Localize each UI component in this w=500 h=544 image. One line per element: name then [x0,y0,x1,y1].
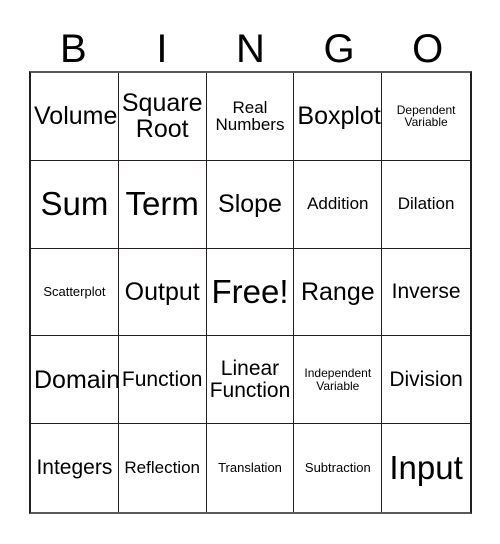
bingo-cell-label: Domain [34,365,119,394]
bingo-cell[interactable]: Addition [294,160,383,249]
bingo-cell[interactable]: Integers [31,424,119,512]
bingo-cell-label: Translation [218,460,282,476]
bingo-cell-label: Slope [218,190,282,219]
bingo-cell-label: Integers [36,456,113,480]
bingo-cell[interactable]: Scatterplot [31,248,119,337]
bingo-cell-label: Division [389,367,463,391]
bingo-cell-label: Term [125,185,199,223]
bingo-cell[interactable]: Volume [31,73,119,161]
bingo-cell-label: Sum [40,185,109,223]
bingo-cell[interactable]: Square Root [118,73,207,161]
bingo-cell[interactable]: Real Numbers [206,73,295,161]
bingo-cell-label: Addition [307,194,369,214]
bingo-card: B I N G O Volume Square Root Real Numbers B… [0,0,500,544]
bingo-cell[interactable]: Independent Variable [294,336,383,425]
bingo-cell[interactable]: Reflection [118,424,207,512]
bingo-cell[interactable]: Domain [31,336,119,425]
bingo-cell-label: Inverse [391,280,461,304]
bingo-cell-label: Input [389,448,463,486]
bingo-cell-label: Output [124,277,200,306]
bingo-cell[interactable]: Division [382,336,470,425]
bingo-cell[interactable]: Linear Function [206,336,295,425]
bingo-cell[interactable]: Boxplot [294,73,383,161]
bingo-free-space[interactable]: Free! [206,248,295,337]
bingo-cell[interactable]: Term [118,160,207,249]
bingo-cell[interactable]: Dependent Variable [382,73,470,161]
bingo-cell[interactable]: Input [382,424,470,512]
bingo-header-letter-o: O [412,27,444,71]
bingo-cell-label: Boxplot [297,102,381,131]
bingo-header-letter-b: B [59,27,87,71]
bingo-header-letter-n: N [236,27,265,71]
bingo-cell-label: Square Root [121,89,203,144]
bingo-header-letter-i: I [156,27,168,71]
bingo-cell-label: Function [121,367,203,391]
bingo-grid: Volume Square Root Real Numbers Boxplot Depe… [29,71,472,514]
bingo-cell[interactable]: Dilation [382,160,470,249]
bingo-cell-label: Real Numbers [215,97,285,135]
bingo-cell-label: Linear Function [209,356,291,402]
bingo-cell[interactable]: Translation [206,424,295,512]
bingo-cell[interactable]: Function [118,336,207,425]
bingo-cell-label: Reflection [124,458,200,478]
bingo-cell[interactable]: Subtraction [294,424,383,512]
bingo-header-letter-g: G [323,27,355,71]
bingo-cell[interactable]: Slope [206,160,295,249]
bingo-cell-label: Scatterplot [43,284,106,300]
bingo-cell-label: Dependent Variable [396,102,456,130]
bingo-cell-label: Independent Variable [304,366,372,393]
bingo-cell[interactable]: Range [294,248,383,337]
bingo-cell[interactable]: Output [118,248,207,337]
bingo-cell-label: Subtraction [304,460,371,476]
bingo-cell[interactable]: Inverse [382,248,470,337]
bingo-cell-label: Dilation [397,194,455,214]
bingo-header-row: B I N G O [29,8,472,71]
bingo-cell-label: Volume [34,102,118,131]
bingo-cell-label: Free! [211,272,289,310]
bingo-cell[interactable]: Sum [31,160,119,249]
bingo-cell-label: Range [300,277,375,306]
